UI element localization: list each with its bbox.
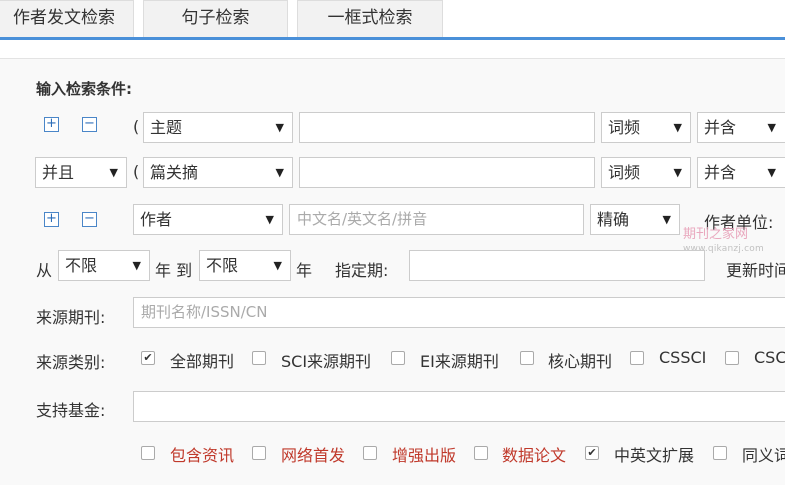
period-input[interactable] [409, 250, 705, 281]
logic-select-1[interactable]: 并含 ▼ [697, 112, 785, 143]
year-to-label: 年 到 [155, 261, 193, 280]
chevron-down-icon: ▼ [273, 259, 282, 272]
option-data-paper: 数据论文 [502, 446, 567, 465]
freq-select-2-value: 词频 [608, 163, 641, 182]
remove-author-row-icon[interactable]: − [82, 212, 97, 227]
option-all-journals: 全部期刊 [170, 352, 235, 371]
chevron-down-icon: ▼ [673, 121, 682, 134]
freq-select-2[interactable]: 词频 ▼ [601, 157, 691, 188]
from-year-value: 不限 [65, 256, 98, 275]
open-paren: ( [133, 162, 140, 181]
to-year-select[interactable]: 不限 ▼ [199, 250, 291, 281]
option-enhanced-pub: 增强出版 [392, 446, 457, 465]
period-label: 指定期: [335, 261, 389, 280]
match-select[interactable]: 精确 ▼ [590, 204, 680, 235]
term-input-2[interactable] [299, 157, 595, 188]
source-category-label: 来源类别: [36, 353, 106, 372]
term-input-1[interactable] [299, 112, 595, 143]
chevron-down-icon: ▼ [109, 166, 118, 179]
bool-select-2[interactable]: 并且 ▼ [35, 157, 127, 188]
chevron-down-icon: ▼ [132, 259, 141, 272]
freq-select-1-value: 词频 [608, 118, 641, 137]
checkbox-cscd[interactable] [725, 351, 739, 365]
bool-select-2-value: 并且 [42, 163, 75, 182]
chevron-down-icon: ▼ [767, 166, 776, 179]
add-row-icon[interactable]: + [44, 117, 59, 132]
chevron-down-icon: ▼ [673, 166, 682, 179]
from-year-select[interactable]: 不限 ▼ [58, 250, 150, 281]
add-author-row-icon[interactable]: + [44, 212, 59, 227]
from-label: 从 [36, 261, 53, 280]
option-cscd: CSCD [754, 348, 785, 367]
checkbox-core[interactable] [520, 351, 534, 365]
author-field-select[interactable]: 作者 ▼ [133, 204, 283, 235]
option-core: 核心期刊 [548, 352, 613, 371]
field-select-2[interactable]: 篇关摘 ▼ [143, 157, 293, 188]
field-select-1-value: 主题 [150, 118, 183, 137]
checkbox-all-journals[interactable]: ✔ [141, 351, 155, 365]
option-cssci: CSSCI [659, 348, 707, 367]
checkbox-ei[interactable] [391, 351, 405, 365]
form-heading: 输入检索条件: [36, 80, 132, 98]
tab-author-search[interactable]: 作者发文检索 [0, 0, 134, 38]
option-online-first: 网络首发 [281, 446, 346, 465]
freq-select-1[interactable]: 词频 ▼ [601, 112, 691, 143]
tab-underline [0, 37, 785, 40]
field-select-1[interactable]: 主题 ▼ [143, 112, 293, 143]
field-select-2-value: 篇关摘 [150, 163, 199, 182]
logic-select-2-value: 并含 [704, 163, 737, 182]
remove-row-icon[interactable]: − [82, 117, 97, 132]
checkbox-enhanced-pub[interactable] [363, 446, 377, 460]
logic-select-1-value: 并含 [704, 118, 737, 137]
checkbox-sci[interactable] [252, 351, 266, 365]
source-journal-input[interactable]: 期刊名称/ISSN/CN [133, 297, 785, 328]
year-label: 年 [296, 261, 313, 280]
chevron-down-icon: ▼ [662, 213, 671, 226]
logic-select-2[interactable]: 并含 ▼ [697, 157, 785, 188]
option-synonym-extension: 同义词扩展 [742, 446, 785, 465]
checkbox-cssci[interactable] [630, 351, 644, 365]
chevron-down-icon: ▼ [767, 121, 776, 134]
author-name-input[interactable]: 中文名/英文名/拼音 [289, 204, 584, 235]
checkbox-include-news[interactable] [141, 446, 155, 460]
option-ei: EI来源期刊 [420, 352, 499, 371]
option-sci: SCI来源期刊 [281, 352, 372, 371]
author-field-select-value: 作者 [140, 210, 173, 229]
fund-label: 支持基金: [36, 401, 106, 420]
checkbox-online-first[interactable] [252, 446, 266, 460]
to-year-value: 不限 [206, 256, 239, 275]
checkbox-data-paper[interactable] [474, 446, 488, 460]
option-cn-en-extension: 中英文扩展 [614, 446, 695, 465]
checkbox-cn-en-extension[interactable]: ✔ [585, 446, 599, 460]
option-include-news: 包含资讯 [170, 446, 235, 465]
match-select-value: 精确 [597, 210, 630, 229]
open-paren: ( [133, 117, 140, 136]
chevron-down-icon: ▼ [265, 213, 274, 226]
watermark-text: 期刊之家网 [683, 227, 749, 242]
chevron-down-icon: ▼ [275, 121, 284, 134]
tab-single-box-search[interactable]: 一框式检索 [297, 0, 443, 38]
checkbox-synonym-extension[interactable] [713, 446, 727, 460]
chevron-down-icon: ▼ [275, 166, 284, 179]
fund-input[interactable] [133, 391, 785, 422]
source-journal-label: 来源期刊: [36, 308, 106, 327]
update-time-label: 更新时间 [726, 261, 785, 280]
tab-sentence-search[interactable]: 句子检索 [143, 0, 288, 38]
